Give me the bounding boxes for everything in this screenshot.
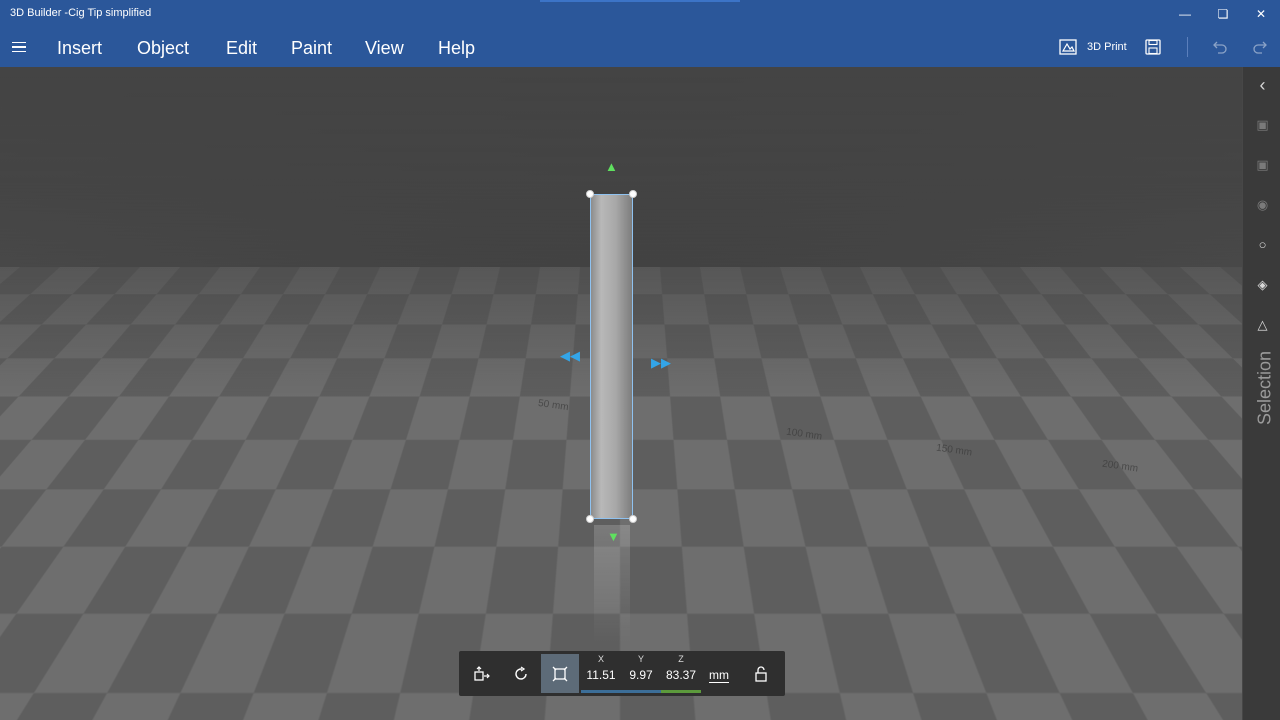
3d-print-button[interactable]: 3D Print: [1059, 34, 1127, 60]
select-faces-icon[interactable]: ▣: [1255, 157, 1270, 172]
3d-print-icon: [1059, 39, 1077, 55]
selection-label: Selection: [1254, 345, 1276, 425]
move-icon: [473, 666, 491, 682]
menu-paint[interactable]: Paint: [291, 37, 332, 59]
scale-handle-bottom-left[interactable]: [586, 515, 594, 523]
select-vertices-icon[interactable]: ○: [1255, 237, 1270, 252]
rotate-icon: [513, 666, 529, 682]
move-left-arrow-icon[interactable]: ◀◀: [560, 349, 580, 362]
unit-selector[interactable]: mm: [709, 668, 729, 683]
3d-print-label: 3D Print: [1087, 41, 1127, 53]
z-dimension-field[interactable]: Z 83.37: [661, 651, 701, 696]
selected-object[interactable]: [590, 194, 633, 519]
y-axis-bar: [621, 690, 661, 693]
move-down-arrow-icon[interactable]: ▼: [607, 530, 620, 543]
scale-handle-top-right[interactable]: [629, 190, 637, 198]
save-button[interactable]: [1145, 34, 1161, 60]
scale-icon: [552, 666, 568, 682]
undo-button[interactable]: [1212, 34, 1228, 60]
z-value[interactable]: 83.37: [661, 668, 701, 682]
redo-button[interactable]: [1252, 34, 1268, 60]
menu-help[interactable]: Help: [438, 37, 475, 59]
menu-insert[interactable]: Insert: [57, 37, 102, 59]
menu-object[interactable]: Object: [137, 37, 189, 59]
x-value[interactable]: 11.51: [581, 668, 621, 682]
move-right-arrow-icon[interactable]: ▶▶: [651, 356, 671, 369]
z-label: Z: [661, 654, 701, 664]
x-axis-bar: [581, 690, 621, 693]
scale-handle-top-left[interactable]: [586, 190, 594, 198]
lock-button[interactable]: [742, 654, 780, 693]
menu-view[interactable]: View: [365, 37, 404, 59]
x-label: X: [581, 654, 621, 664]
y-value[interactable]: 9.97: [621, 668, 661, 682]
scale-button[interactable]: [541, 654, 579, 693]
save-icon: [1145, 39, 1161, 55]
select-objects-icon[interactable]: ▣: [1255, 117, 1270, 132]
scale-handle-bottom-right[interactable]: [629, 515, 637, 523]
select-edges-icon[interactable]: ◉: [1255, 197, 1270, 212]
rotate-button[interactable]: [502, 654, 540, 693]
window-title: 3D Builder -Cig Tip simplified: [10, 7, 151, 19]
collapse-chevron-icon[interactable]: ‹: [1255, 78, 1270, 93]
menu-bar: Insert Object Edit Paint View Help 3D Pr…: [0, 28, 1280, 67]
select-triangle-icon[interactable]: △: [1255, 317, 1270, 332]
y-dimension-field[interactable]: Y 9.97: [621, 651, 661, 696]
title-accent-stripe: [540, 0, 740, 2]
y-label: Y: [621, 654, 661, 664]
lock-icon: [754, 666, 768, 682]
redo-icon: [1252, 39, 1268, 55]
toolbar-divider: [1187, 37, 1188, 57]
title-bar: 3D Builder -Cig Tip simplified — ❏ ✕: [0, 0, 1280, 28]
hamburger-menu-icon[interactable]: [6, 32, 32, 62]
x-dimension-field[interactable]: X 11.51: [581, 651, 621, 696]
z-axis-bar: [661, 690, 701, 693]
move-button[interactable]: [463, 654, 501, 693]
close-icon[interactable]: ✕: [1238, 0, 1280, 28]
select-mesh-icon[interactable]: ◈: [1255, 277, 1270, 292]
transform-toolbar: X 11.51 Y 9.97 Z 83.37: [459, 651, 785, 696]
menu-edit[interactable]: Edit: [226, 37, 257, 59]
undo-icon: [1212, 39, 1228, 55]
move-up-arrow-icon[interactable]: ▲: [605, 160, 618, 173]
